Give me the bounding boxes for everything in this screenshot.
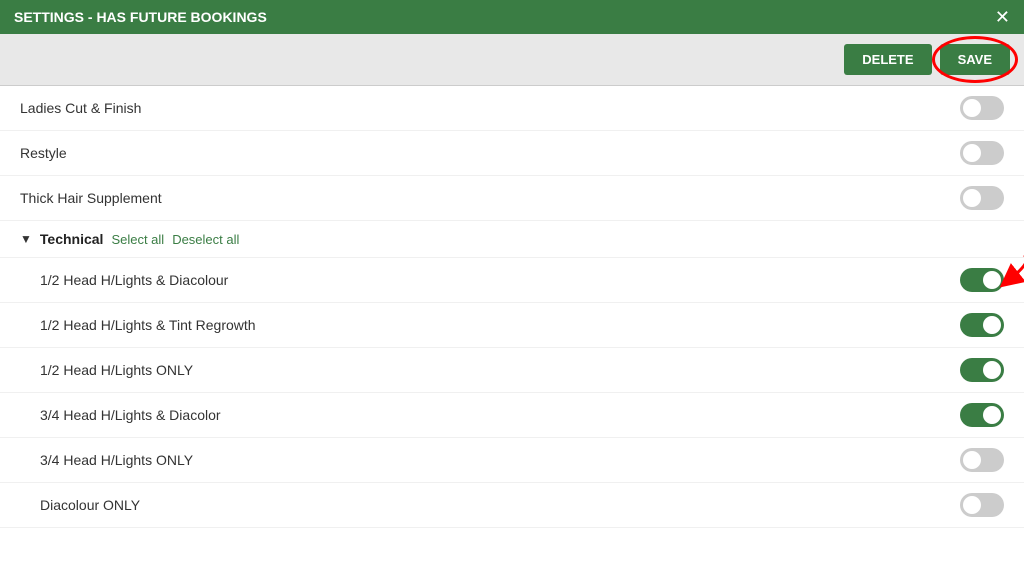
list-item: Restyle	[0, 131, 1024, 176]
list-item: 1/2 Head H/Lights & Diacolour	[0, 258, 1024, 303]
service-label: Ladies Cut & Finish	[20, 100, 141, 116]
list-item: Diacolour ONLY	[0, 483, 1024, 528]
toolbar: DELETE SAVE	[0, 34, 1024, 86]
service-label: Thick Hair Supplement	[20, 190, 162, 206]
section-header: ▼ Technical Select all Deselect all	[0, 221, 1024, 258]
list-item: Ladies Cut & Finish	[0, 86, 1024, 131]
restyle-toggle[interactable]	[960, 141, 1004, 165]
half-head-diacolour-toggle[interactable]	[960, 268, 1004, 292]
service-label: Diacolour ONLY	[40, 497, 140, 513]
ladies-cut-toggle[interactable]	[960, 96, 1004, 120]
service-label: 1/2 Head H/Lights ONLY	[40, 362, 193, 378]
window-title: SETTINGS - HAS FUTURE BOOKINGS	[14, 9, 267, 25]
close-button[interactable]: ✕	[995, 8, 1010, 26]
content-area: Ladies Cut & Finish Restyle Thick Hair S…	[0, 86, 1024, 574]
diacolour-only-toggle[interactable]	[960, 493, 1004, 517]
list-item: 1/2 Head H/Lights ONLY	[0, 348, 1024, 393]
service-label: 3/4 Head H/Lights & Diacolor	[40, 407, 221, 423]
settings-window: SETTINGS - HAS FUTURE BOOKINGS ✕ DELETE …	[0, 0, 1024, 574]
service-label: Restyle	[20, 145, 67, 161]
three-quarter-diacolor-toggle[interactable]	[960, 403, 1004, 427]
half-head-only-toggle[interactable]	[960, 358, 1004, 382]
service-label: 3/4 Head H/Lights ONLY	[40, 452, 193, 468]
half-head-tint-toggle[interactable]	[960, 313, 1004, 337]
three-quarter-only-toggle[interactable]	[960, 448, 1004, 472]
service-label: 1/2 Head H/Lights & Tint Regrowth	[40, 317, 256, 333]
thick-hair-toggle[interactable]	[960, 186, 1004, 210]
save-button[interactable]: SAVE	[940, 44, 1010, 75]
service-label: 1/2 Head H/Lights & Diacolour	[40, 272, 228, 288]
delete-button[interactable]: DELETE	[844, 44, 931, 75]
deselect-all-button[interactable]: Deselect all	[172, 232, 239, 247]
title-bar: SETTINGS - HAS FUTURE BOOKINGS ✕	[0, 0, 1024, 34]
list-item: 3/4 Head H/Lights ONLY	[0, 438, 1024, 483]
list-item: 3/4 Head H/Lights & Diacolor	[0, 393, 1024, 438]
select-all-button[interactable]: Select all	[111, 232, 164, 247]
list-item: Thick Hair Supplement	[0, 176, 1024, 221]
save-wrapper: SAVE	[940, 44, 1010, 75]
section-title: Technical	[40, 231, 104, 247]
chevron-down-icon: ▼	[20, 232, 32, 246]
list-item: 1/2 Head H/Lights & Tint Regrowth	[0, 303, 1024, 348]
